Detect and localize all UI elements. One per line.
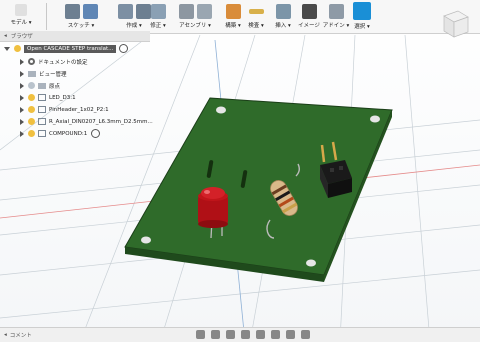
press-pull-icon: [150, 4, 166, 19]
arc-icon: [82, 4, 98, 19]
browser-panel: ◂ ブラウザ Open CASCADE STEP translat... ドキュ…: [0, 31, 153, 139]
activate-radio-icon[interactable]: [91, 129, 101, 138]
image-label: イメージ: [298, 23, 320, 29]
folder-icon: [28, 70, 36, 77]
visibility-bulb-icon[interactable]: [28, 130, 35, 137]
comments-label: コメント: [9, 333, 32, 339]
sketch-menu[interactable]: スケッチ ▾: [55, 2, 107, 32]
main-toolbar: モデル ▾ スケッチ ▾ 作成 ▾ 修正 ▾ アセンブリ ▾ 構築 ▾ 検査 ▾: [0, 0, 480, 34]
expand-icon[interactable]: [4, 46, 10, 51]
tree-item-label: 原点: [49, 83, 61, 90]
browser-title: ブラウザ: [10, 34, 33, 40]
visibility-bulb-icon[interactable]: [28, 94, 35, 101]
collapse-icon[interactable]: ◂: [4, 33, 7, 39]
tree-item-pinheader[interactable]: PinHeader_1x02_P2:1: [0, 104, 109, 115]
tree-item-named-views[interactable]: ビュー管理: [0, 68, 67, 79]
workspace-label: モデル ▾: [10, 20, 32, 26]
gear-icon: [28, 58, 35, 65]
workspace-switcher[interactable]: モデル ▾: [4, 2, 38, 32]
visibility-bulb-icon[interactable]: [28, 82, 35, 89]
assemble-label: アセンブリ ▾: [179, 23, 211, 29]
orbit-icon[interactable]: [196, 330, 205, 339]
toolbar-divider: [46, 3, 47, 30]
tree-item-compound[interactable]: COMPOUND:1: [0, 128, 101, 139]
expand-icon[interactable]: [20, 130, 24, 137]
extrude-icon: [117, 4, 133, 19]
expand-icon[interactable]: [20, 118, 24, 125]
tree-item-origin[interactable]: 原点: [0, 80, 60, 91]
tree-item-led[interactable]: LED_D3:1: [0, 92, 76, 103]
grid-settings-icon[interactable]: [286, 330, 295, 339]
collapse-icon[interactable]: ◂: [4, 332, 7, 338]
insert-menu[interactable]: 挿入 ▾: [270, 2, 296, 32]
model-icon: [15, 4, 27, 16]
new-component-icon: [178, 4, 194, 19]
create-label: 作成 ▾: [126, 23, 142, 29]
visibility-bulb-icon[interactable]: [28, 106, 35, 113]
addins-menu[interactable]: アドイン ▾: [322, 2, 350, 32]
inspect-label: 検査 ▾: [248, 23, 264, 29]
tree-item-resistor[interactable]: R_Axial_DIN0207_L6.3mm_D2.5mm...: [0, 116, 153, 127]
insert-label: 挿入 ▾: [275, 23, 291, 29]
tree-item-document-settings[interactable]: ドキュメントの設定: [0, 56, 88, 67]
zoom-icon[interactable]: [241, 330, 250, 339]
expand-icon[interactable]: [20, 70, 24, 77]
construct-label: 構築 ▾: [225, 23, 241, 29]
active-radio-icon[interactable]: [119, 44, 129, 53]
pan-icon[interactable]: [226, 330, 235, 339]
display-settings-icon[interactable]: [271, 330, 280, 339]
component-icon: [38, 106, 46, 113]
capture-image-icon: [301, 4, 317, 19]
navigation-bar: [196, 330, 310, 339]
component-icon: [38, 118, 46, 125]
tree-item-label: PinHeader_1x02_P2:1: [49, 106, 109, 113]
offset-plane-icon: [225, 4, 241, 19]
expand-icon[interactable]: [20, 58, 24, 65]
image-menu[interactable]: イメージ: [296, 2, 322, 32]
joint-icon: [196, 4, 212, 19]
fit-icon[interactable]: [256, 330, 265, 339]
expand-icon[interactable]: [20, 106, 24, 113]
tree-item-label: COMPOUND:1: [49, 130, 88, 137]
scripts-icon: [328, 4, 344, 19]
look-at-icon[interactable]: [211, 330, 220, 339]
select-menu[interactable]: 選択 ▾: [350, 2, 374, 32]
select-label: 選択 ▾: [354, 24, 370, 30]
view-cube-icon[interactable]: [440, 8, 472, 40]
tree-item-label: ビュー管理: [39, 71, 67, 78]
folder-icon: [38, 82, 46, 89]
modify-menu[interactable]: 修正 ▾: [145, 2, 171, 32]
insert-image-icon: [275, 4, 291, 19]
mounting-hole: [370, 115, 380, 123]
assemble-menu[interactable]: アセンブリ ▾: [176, 2, 214, 32]
expand-icon[interactable]: [20, 94, 24, 101]
mounting-hole: [216, 106, 226, 114]
measure-icon: [248, 9, 264, 14]
root-component-label: Open CASCADE STEP translat...: [24, 44, 117, 53]
expand-icon[interactable]: [20, 82, 24, 89]
sketch-label: スケッチ ▾: [67, 23, 95, 29]
comments-panel[interactable]: ◂ コメント: [4, 331, 32, 339]
mounting-hole: [141, 236, 151, 244]
visibility-bulb-icon[interactable]: [14, 45, 21, 52]
visibility-bulb-icon[interactable]: [28, 118, 35, 125]
component-icon: [38, 94, 46, 101]
modify-label: 修正 ▾: [150, 23, 166, 29]
addins-label: アドイン ▾: [322, 23, 350, 29]
bottom-bar: ◂ コメント: [0, 327, 480, 342]
tree-item-label: LED_D3:1: [49, 94, 76, 101]
create-sketch-icon: [64, 4, 80, 19]
tree-item-label: ドキュメントの設定: [38, 59, 88, 66]
mounting-hole: [306, 259, 316, 267]
viewports-icon[interactable]: [301, 330, 310, 339]
inspect-menu[interactable]: 検査 ▾: [242, 2, 270, 32]
browser-root[interactable]: Open CASCADE STEP translat...: [0, 43, 129, 54]
tree-item-label: R_Axial_DIN0207_L6.3mm_D2.5mm...: [49, 118, 153, 125]
browser-header[interactable]: ◂ ブラウザ: [0, 31, 150, 42]
select-icon: [353, 2, 371, 20]
component-icon: [38, 130, 46, 137]
